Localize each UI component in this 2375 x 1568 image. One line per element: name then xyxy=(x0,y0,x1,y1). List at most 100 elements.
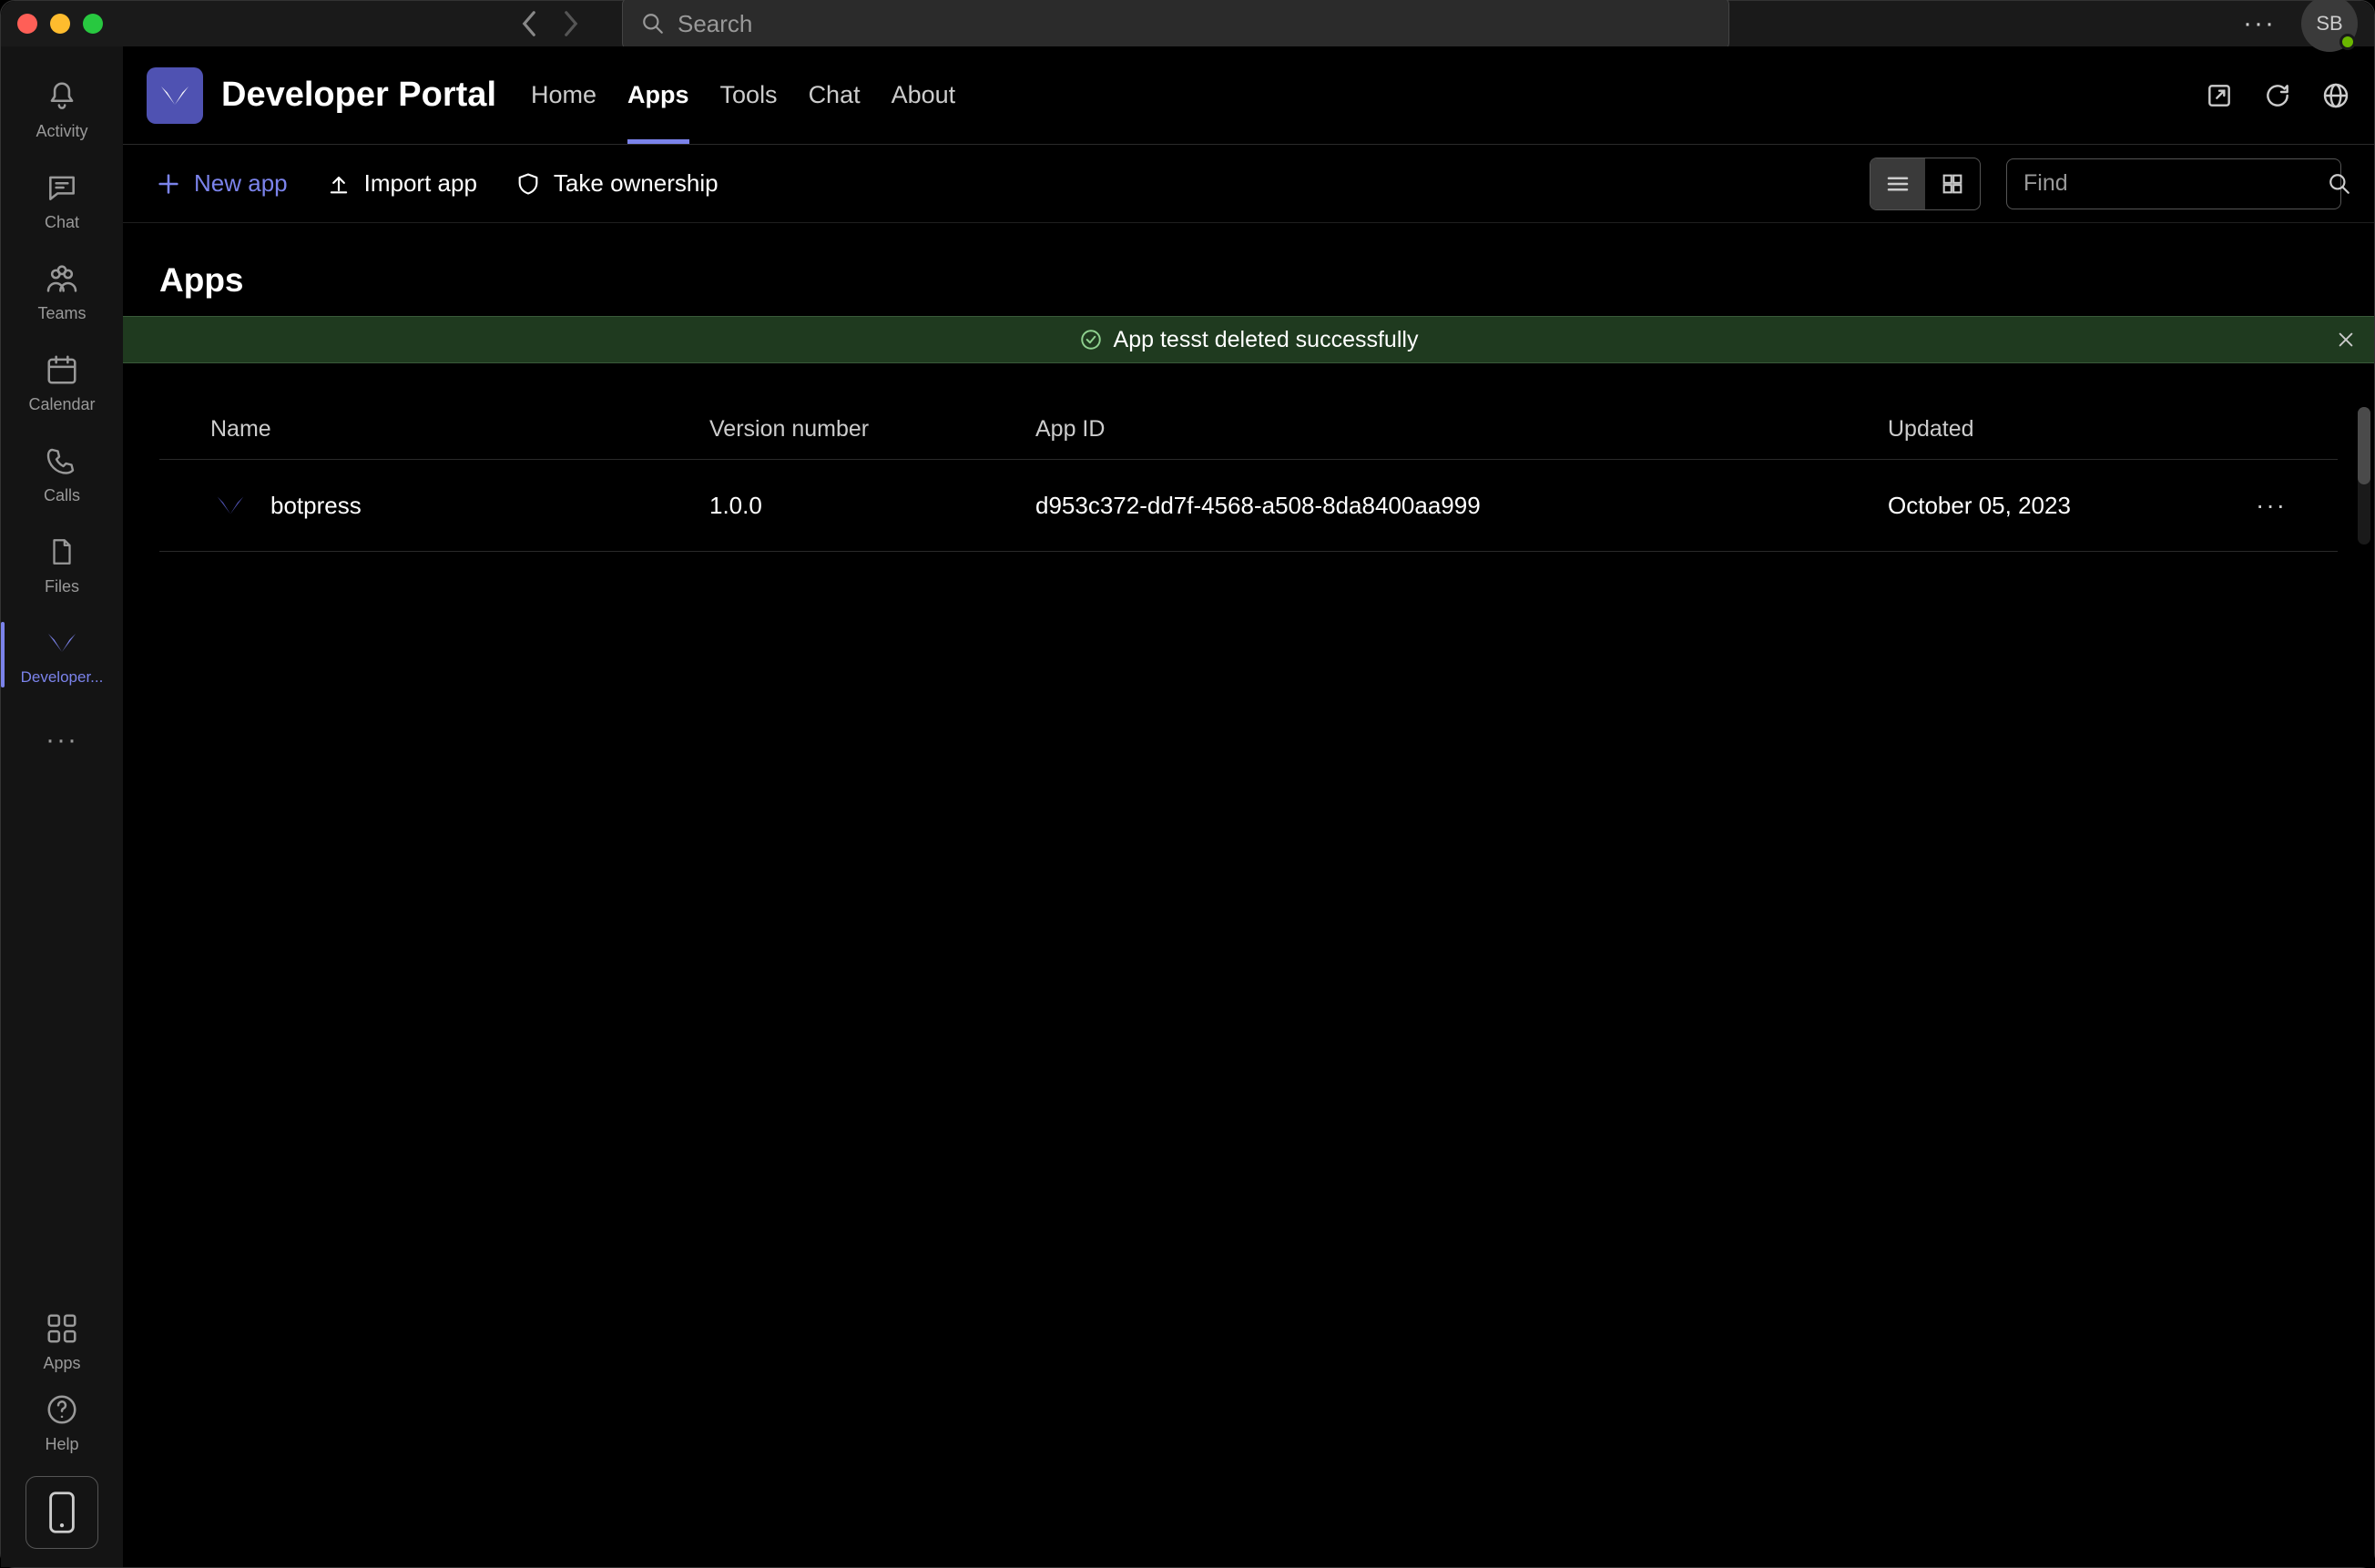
list-view-button[interactable] xyxy=(1870,158,1925,209)
developer-portal-logo-icon xyxy=(157,77,193,114)
rail-activity[interactable]: Activity xyxy=(1,65,123,152)
refresh-button[interactable] xyxy=(2263,81,2292,110)
import-app-button[interactable]: Import app xyxy=(326,169,477,198)
toolbar: New app Import app Take ownership xyxy=(123,145,2374,223)
rail-help[interactable]: Help xyxy=(25,1385,98,1458)
check-circle-icon xyxy=(1079,328,1103,351)
tab-apps[interactable]: Apps xyxy=(627,46,689,144)
avatar[interactable]: SB xyxy=(2301,0,2358,52)
take-ownership-button[interactable]: Take ownership xyxy=(515,169,719,198)
avatar-initials: SB xyxy=(2316,12,2342,36)
titlebar-more-button[interactable]: ··· xyxy=(2243,8,2276,39)
app-tabs: Home Apps Tools Chat About xyxy=(531,46,955,144)
rail-label: Teams xyxy=(37,304,86,323)
col-header-appid[interactable]: App ID xyxy=(1035,416,1888,443)
file-icon xyxy=(42,532,82,572)
rail-label: Chat xyxy=(45,213,79,232)
notification-text: App tesst deleted successfully xyxy=(1114,327,1419,353)
tab-tools[interactable]: Tools xyxy=(720,46,778,144)
close-window[interactable] xyxy=(17,14,37,34)
search-input[interactable] xyxy=(678,10,1710,38)
col-header-updated[interactable]: Updated xyxy=(1888,416,2287,443)
shield-icon xyxy=(515,171,541,197)
rail-developer-portal[interactable]: Developer... xyxy=(1,611,123,698)
import-app-label: Import app xyxy=(364,169,477,198)
page-body: Apps App tesst deleted successfully Name… xyxy=(123,223,2374,1567)
plus-icon xyxy=(156,171,181,197)
rail-apps[interactable]: Apps xyxy=(1,1299,123,1381)
rail-label: Calls xyxy=(44,486,80,505)
forward-button[interactable] xyxy=(558,11,584,36)
page-title: Developer Portal xyxy=(221,76,496,115)
app-logo xyxy=(147,67,203,124)
take-ownership-label: Take ownership xyxy=(554,169,719,198)
scrollbar[interactable] xyxy=(2358,407,2370,545)
bell-icon xyxy=(42,76,82,117)
maximize-window[interactable] xyxy=(83,14,103,34)
close-icon xyxy=(2336,330,2356,350)
app-version: 1.0.0 xyxy=(709,492,1035,520)
rail-label: Activity xyxy=(36,122,87,141)
view-toggle xyxy=(1870,158,1981,210)
section-title: Apps xyxy=(123,241,2374,316)
rail-calls[interactable]: Calls xyxy=(1,429,123,516)
rail-mobile-device[interactable] xyxy=(25,1476,98,1549)
grid-view-button[interactable] xyxy=(1925,158,1980,209)
col-header-version[interactable]: Version number xyxy=(709,416,1035,443)
chat-icon xyxy=(42,168,82,208)
success-notification: App tesst deleted successfully xyxy=(123,316,2374,363)
content-area: Developer Portal Home Apps Tools Chat Ab… xyxy=(123,46,2374,1567)
popout-button[interactable] xyxy=(2205,81,2234,110)
back-button[interactable] xyxy=(516,11,542,36)
rail-chat[interactable]: Chat xyxy=(1,156,123,243)
table-header: Name Version number App ID Updated xyxy=(159,400,2338,460)
global-search[interactable] xyxy=(622,0,1729,50)
upload-icon xyxy=(326,171,352,197)
rail-label: Calendar xyxy=(28,395,95,414)
app-header: Developer Portal Home Apps Tools Chat Ab… xyxy=(123,46,2374,145)
globe-button[interactable] xyxy=(2321,81,2350,110)
new-app-button[interactable]: New app xyxy=(156,169,288,198)
row-more-button[interactable]: ··· xyxy=(2256,491,2287,520)
titlebar: ··· SB xyxy=(1,1,2374,46)
close-notification-button[interactable] xyxy=(2336,330,2356,350)
help-icon xyxy=(42,1390,82,1430)
rail-label: Apps xyxy=(43,1354,80,1373)
grid-icon xyxy=(1940,171,1965,197)
new-app-label: New app xyxy=(194,169,288,198)
rail-label: Developer... xyxy=(21,668,104,687)
app-id: d953c372-dd7f-4568-a508-8da8400aa999 xyxy=(1035,492,1888,520)
rail-label: Help xyxy=(45,1435,78,1454)
rail-calendar[interactable]: Calendar xyxy=(1,338,123,425)
search-icon xyxy=(641,12,665,36)
scrollbar-thumb[interactable] xyxy=(2358,407,2370,484)
tab-about[interactable]: About xyxy=(892,46,956,144)
rail-teams[interactable]: Teams xyxy=(1,247,123,334)
rail-more-button[interactable]: ··· xyxy=(46,713,78,768)
developer-portal-icon xyxy=(42,623,82,663)
col-header-name[interactable]: Name xyxy=(210,416,709,443)
find-box[interactable] xyxy=(2006,158,2341,209)
teams-icon xyxy=(42,259,82,299)
history-nav xyxy=(516,11,584,36)
rail-files[interactable]: Files xyxy=(1,520,123,607)
tab-home[interactable]: Home xyxy=(531,46,596,144)
list-icon xyxy=(1884,170,1911,198)
presence-indicator xyxy=(2339,34,2356,50)
app-updated: October 05, 2023 xyxy=(1888,492,2071,520)
window-controls xyxy=(17,14,103,34)
calendar-icon xyxy=(42,350,82,390)
find-input[interactable] xyxy=(2023,170,2317,197)
apps-table: Name Version number App ID Updated botpr… xyxy=(123,400,2374,552)
table-row[interactable]: botpress 1.0.0 d953c372-dd7f-4568-a508-8… xyxy=(159,460,2338,552)
search-icon xyxy=(2328,172,2351,196)
minimize-window[interactable] xyxy=(50,14,70,34)
tab-chat[interactable]: Chat xyxy=(809,46,861,144)
app-name: botpress xyxy=(270,492,362,520)
apps-icon xyxy=(42,1308,82,1349)
app-row-icon xyxy=(210,485,250,525)
app-rail: Activity Chat Teams Calendar Calls xyxy=(1,46,123,1567)
mobile-icon xyxy=(48,1492,76,1533)
rail-label: Files xyxy=(45,577,79,596)
phone-icon xyxy=(42,441,82,481)
